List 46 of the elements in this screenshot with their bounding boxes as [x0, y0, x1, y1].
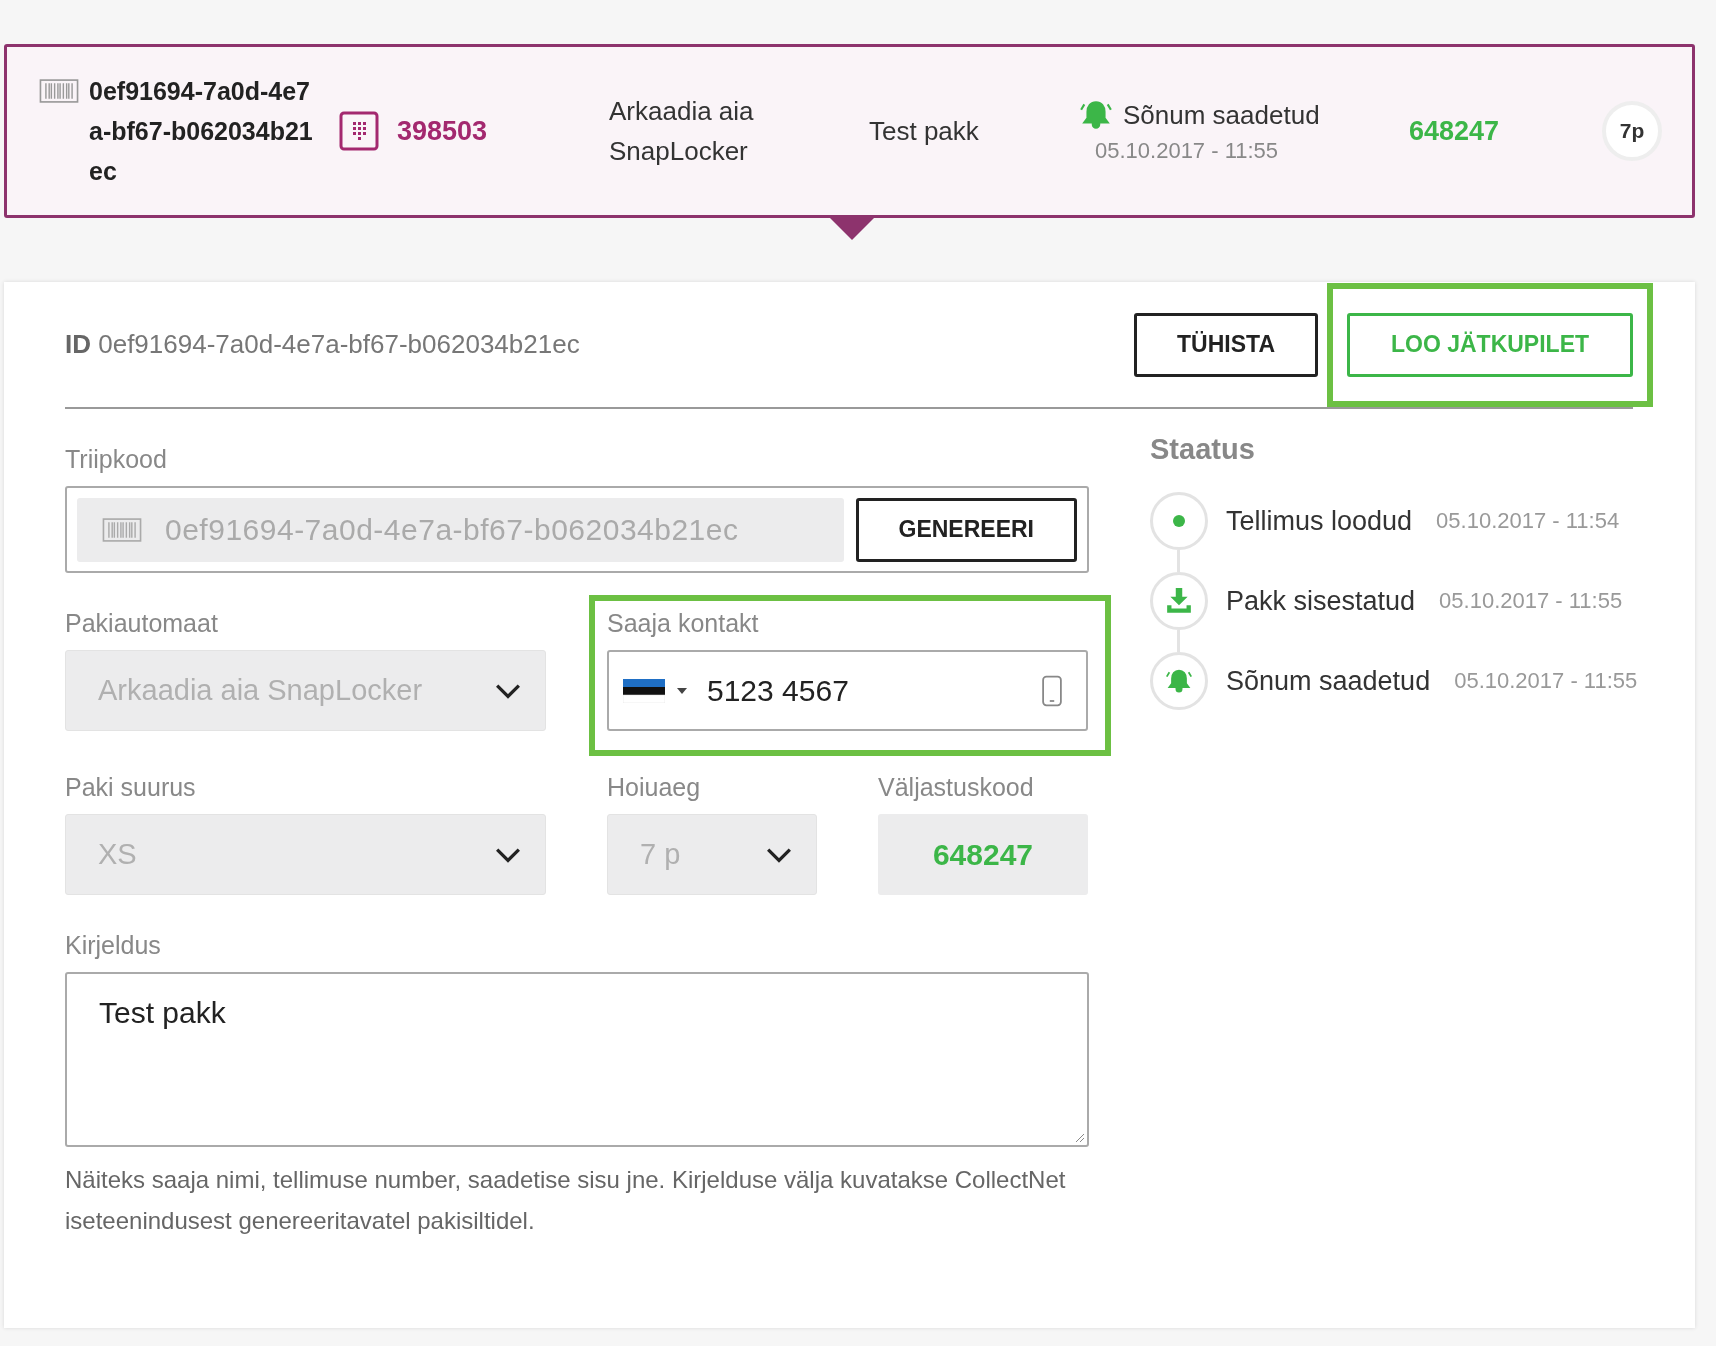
status-step-time: 05.10.2017 - 11:55 — [1439, 588, 1623, 614]
keypad-icon — [339, 111, 379, 151]
barcode-text: 0ef91694-7a0d-4e7a-bf67-b062034b21ec — [89, 76, 314, 187]
barcode-icon — [39, 79, 79, 103]
pin-code: 398503 — [397, 115, 488, 147]
description-textarea[interactable]: Test pakk — [65, 972, 1089, 1147]
bell-icon — [1079, 98, 1113, 132]
help-text: Näiteks saaja nimi, tellimuse number, saadetise sisu jne. Kirjelduse välja kuvatakse CollectNet iseteenindusest genereeritavatel pakisiltidel. — [65, 1165, 1067, 1236]
package-description: Test pakk — [869, 115, 980, 147]
chevron-down-icon — [495, 682, 521, 699]
phone-field[interactable]: 5123 4567 — [607, 650, 1088, 731]
generate-button[interactable]: GENEREERI — [855, 497, 1077, 562]
field-label: Väljastuskood — [878, 773, 1035, 802]
mobile-phone-icon — [1042, 674, 1062, 707]
barcode-icon — [101, 517, 143, 542]
status-heading: Staatus — [1150, 433, 1256, 466]
download-icon — [1165, 587, 1193, 615]
field-label: Kirjeldus — [65, 931, 162, 960]
resize-grip-icon — [1073, 1131, 1085, 1143]
flag-icon — [623, 678, 665, 703]
pickup-code-field: 648247 — [878, 814, 1088, 895]
caret-icon — [677, 687, 687, 694]
status-time: 05.10.2017 - 11:55 — [1094, 138, 1280, 164]
field-label: Hoiuaeg — [607, 773, 702, 802]
status-step-time: 05.10.2017 - 11:55 — [1454, 668, 1638, 694]
bell-icon — [1165, 667, 1193, 695]
order-id: ID 0ef91694-7a0d-4e7a-bf67-b062034b21ec — [65, 329, 580, 360]
status-text: Sõnum saadetud — [1123, 99, 1320, 131]
barcode-value: 0ef91694-7a0d-4e7a-bf67-b062034b21ec — [165, 512, 739, 547]
field-label: Pakiautomaat — [65, 609, 219, 638]
field-label: Triipkood — [65, 445, 168, 474]
dot-icon — [1173, 515, 1185, 527]
field-label: Paki suurus — [65, 773, 197, 802]
chevron-down-icon — [495, 846, 521, 863]
locker-name: Arkaadia aia SnapLocker — [609, 95, 755, 168]
pickup-code: 648247 — [1409, 115, 1501, 147]
order-summary-card[interactable]: 0ef91694-7a0d-4e7a-bf67-b062034b21ec 398503 Arkaadia aia SnapLocker Test pakk Sõnum saadetud 05.10.2017 - 11:55 648247 7p — [4, 44, 1695, 218]
field-label: Saaja kontakt — [607, 609, 760, 638]
status-step-label: Sõnum saadetud — [1226, 665, 1431, 697]
chevron-down-icon — [766, 846, 792, 863]
storage-badge: 7p — [1602, 101, 1662, 161]
status-step-time: 05.10.2017 - 11:54 — [1436, 508, 1620, 534]
pointer-arrow — [830, 218, 874, 240]
cancel-button[interactable]: TÜHISTA — [1134, 312, 1318, 377]
status-step-label: Tellimus loodud — [1226, 505, 1413, 537]
status-step-label: Pakk sisestatud — [1226, 585, 1416, 617]
